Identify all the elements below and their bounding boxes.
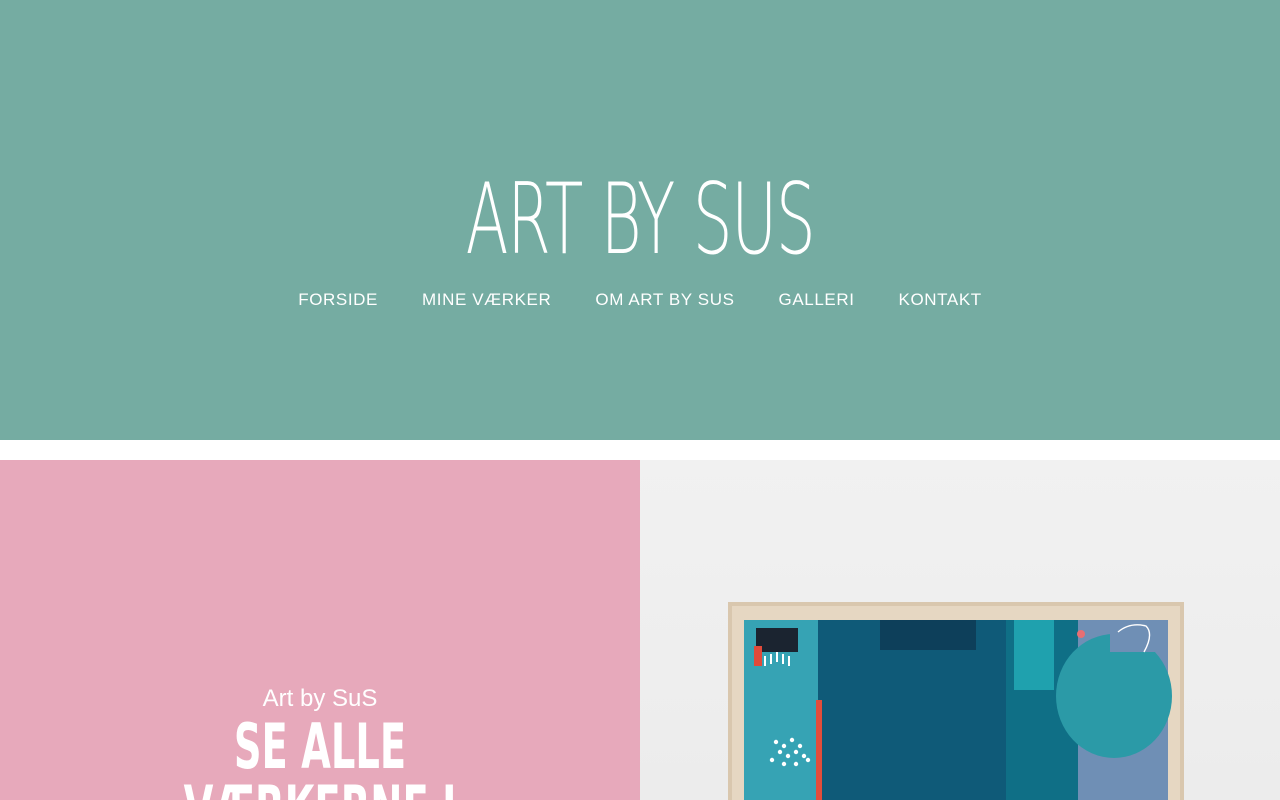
paint-bright-teal (1014, 620, 1054, 690)
site-title[interactable]: ART BY SUS (230, 160, 1049, 280)
works-promo-panel[interactable]: Art by SuS SE ALLE VÆRKERNE I (0, 460, 640, 800)
paint-grey-blue (1110, 622, 1168, 652)
nav-item-kontakt[interactable]: KONTAKT (899, 289, 982, 311)
framed-artwork-image (728, 602, 1184, 800)
paint-red-stroke (754, 646, 762, 666)
nav-item-om-art-by-sus[interactable]: OM ART BY SUS (595, 289, 734, 311)
section-divider (0, 440, 1280, 460)
paint-pink-dot (1077, 630, 1085, 638)
main-navigation: FORSIDE MINE VÆRKER OM ART BY SUS GALLER… (0, 289, 1280, 311)
paint-round-shape (1056, 634, 1172, 758)
artwork-image-panel (640, 460, 1280, 800)
paint-top-band (880, 620, 976, 650)
hero-header: ART BY SUS FORSIDE MINE VÆRKER OM ART BY… (0, 0, 1280, 440)
nav-item-forside[interactable]: FORSIDE (298, 289, 378, 311)
promo-heading[interactable]: SE ALLE VÆRKERNE I (122, 716, 519, 800)
paint-dark-patch (756, 628, 798, 652)
paint-red-edge (816, 700, 822, 800)
nav-item-mine-vaerker[interactable]: MINE VÆRKER (422, 289, 551, 311)
nav-item-galleri[interactable]: GALLERI (779, 289, 855, 311)
